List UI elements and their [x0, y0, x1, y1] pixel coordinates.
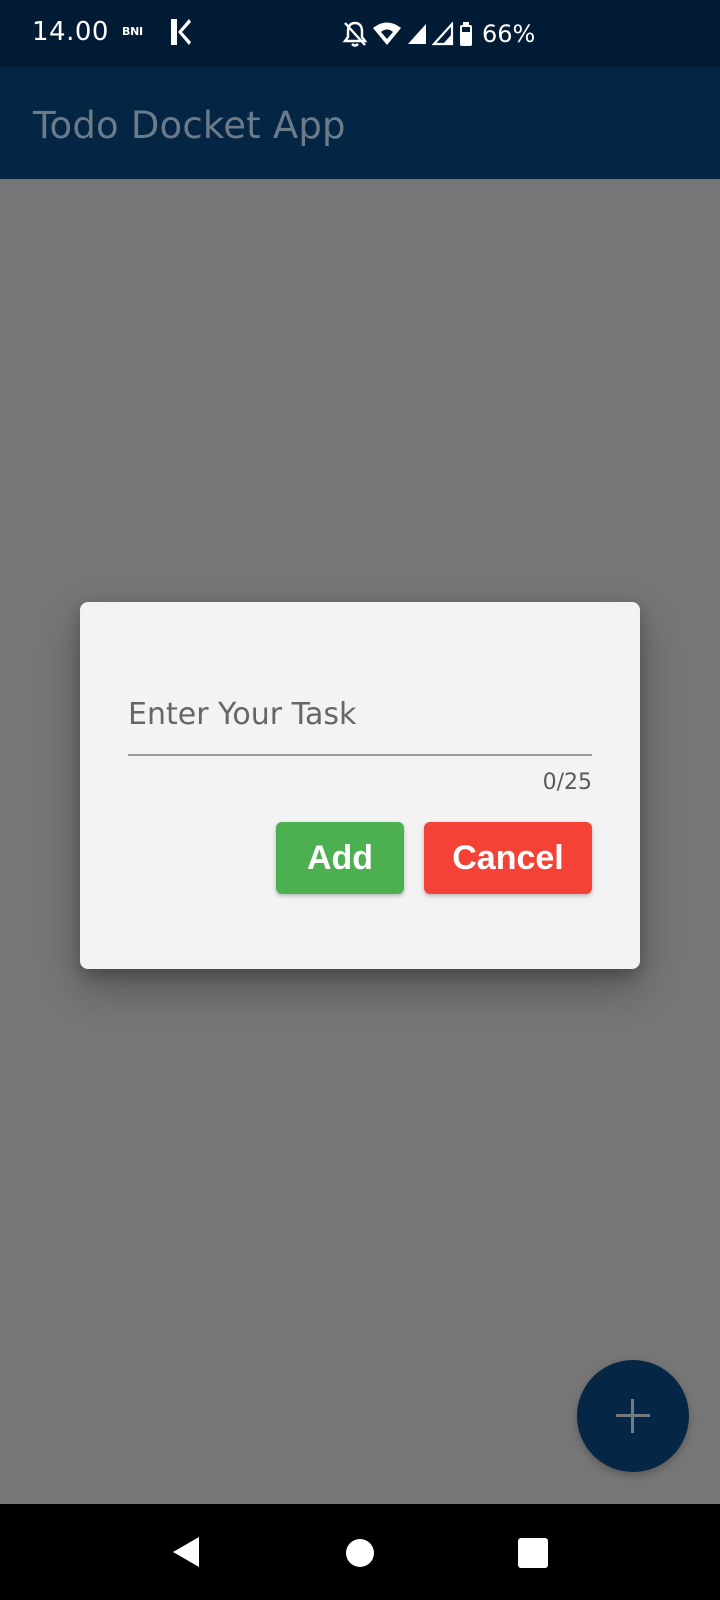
battery-icon — [460, 22, 472, 46]
battery-percent: 66% — [482, 20, 536, 48]
status-time: 14.00 — [32, 17, 109, 47]
plus-icon — [616, 1399, 650, 1433]
bell-off-icon — [342, 21, 368, 47]
char-counter: 0/25 — [542, 770, 592, 795]
signal-icon — [432, 22, 454, 46]
add-button[interactable]: Add — [276, 822, 404, 894]
app-title: Todo Docket App — [33, 104, 346, 147]
cancel-button[interactable]: Cancel — [424, 822, 592, 894]
back-icon[interactable] — [171, 1536, 201, 1568]
home-icon[interactable] — [346, 1539, 374, 1567]
carrier-badge: BNI — [122, 25, 143, 38]
add-task-fab[interactable] — [577, 1360, 689, 1472]
status-icons: 66% — [342, 18, 535, 50]
k-icon — [171, 19, 191, 45]
wifi-icon — [373, 22, 401, 45]
recents-icon[interactable] — [518, 1538, 548, 1568]
signal-icon — [408, 24, 426, 44]
task-input[interactable] — [128, 674, 592, 756]
status-bar: 14.00 BNI 66% — [0, 0, 720, 67]
add-task-dialog: 0/25 Add Cancel — [80, 602, 640, 969]
